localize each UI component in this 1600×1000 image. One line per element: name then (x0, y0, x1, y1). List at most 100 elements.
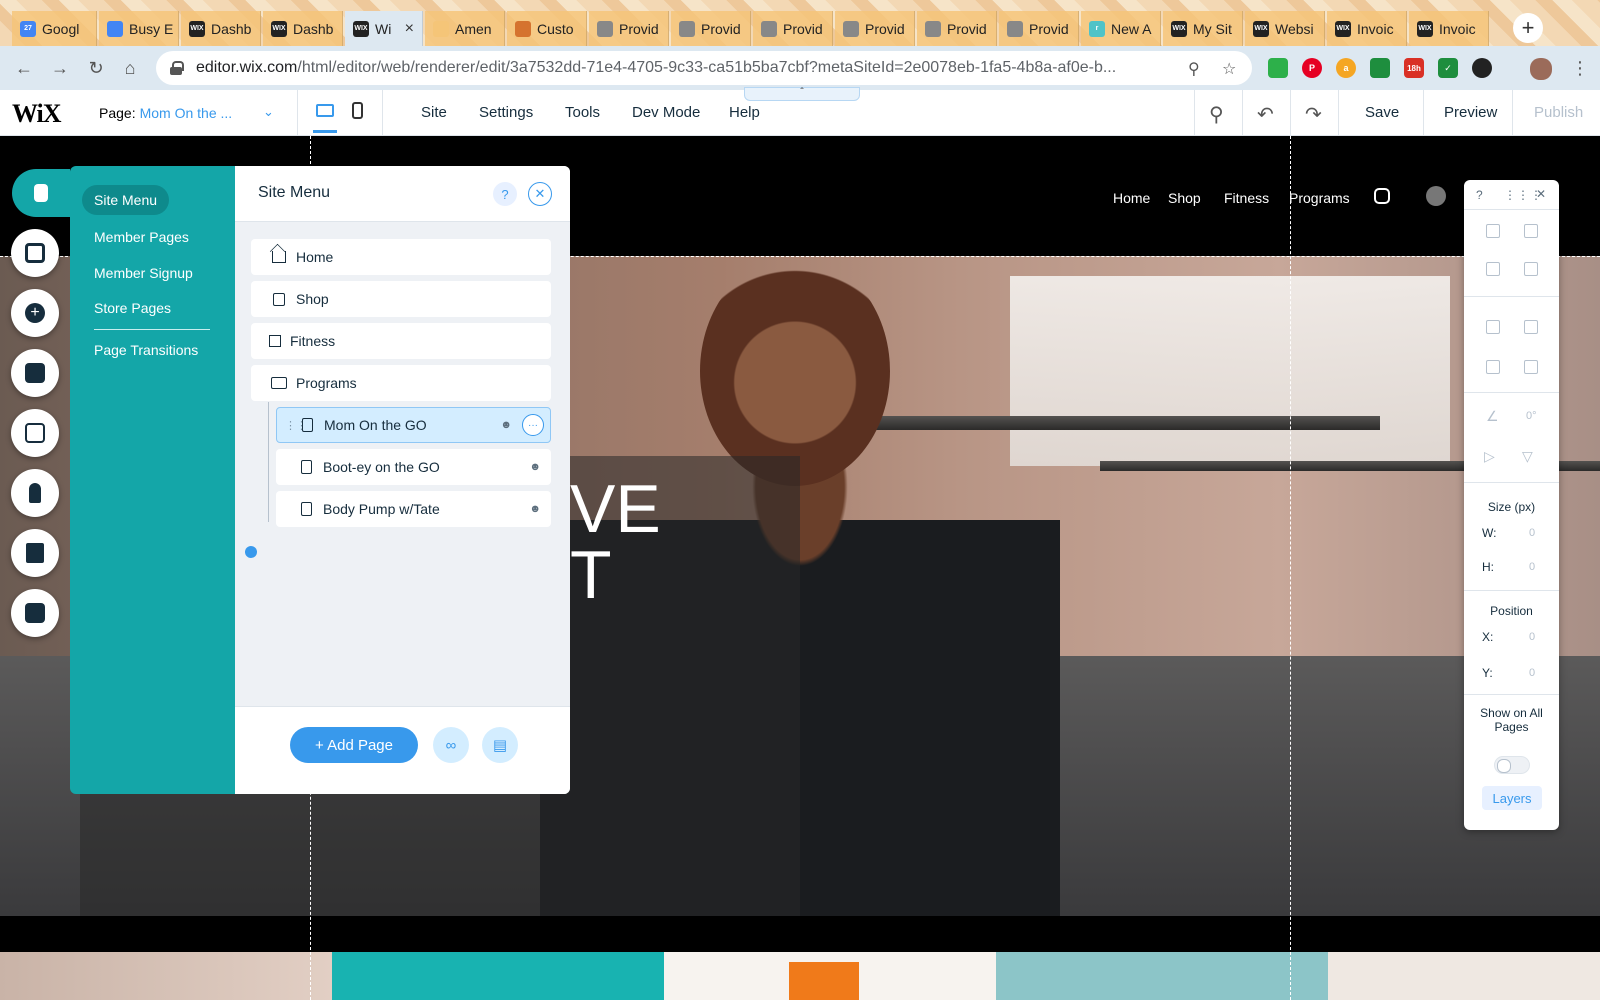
gallery-image[interactable] (664, 952, 996, 1000)
page-item-programs[interactable]: Programs (251, 365, 551, 401)
gallery-image[interactable] (332, 952, 664, 1000)
gallery-image[interactable] (0, 952, 332, 1000)
add-folder-icon[interactable]: ▤ (482, 727, 518, 763)
browser-tab[interactable]: WIX Invoic (1409, 11, 1489, 46)
member-avatar[interactable] (1426, 186, 1446, 206)
bookings-button[interactable] (11, 589, 59, 637)
media-button[interactable] (11, 409, 59, 457)
category-site-menu[interactable]: Site Menu (82, 185, 170, 215)
new-tab-button[interactable]: + (1513, 13, 1543, 43)
browser-tab[interactable]: 27 Googl (12, 11, 97, 46)
page-selector[interactable]: Page: Mom On the ... (99, 105, 232, 121)
paste-icon[interactable] (1524, 224, 1538, 238)
collapse-folder-icon[interactable] (245, 546, 257, 558)
check-extension-icon[interactable]: ✓ (1438, 58, 1458, 78)
forward-icon[interactable]: → (48, 56, 72, 80)
subpage-item-mom-on-the-go[interactable]: ⋮⋮ Mom On the GO ☻ ··· (276, 407, 551, 443)
flip-vertical-icon[interactable]: ▽ (1522, 448, 1533, 465)
bookmark-star-icon[interactable]: ☆ (1222, 59, 1236, 79)
rotation-value[interactable]: 0° (1526, 410, 1537, 422)
browser-tab[interactable]: Busy E (99, 11, 179, 46)
redo-icon[interactable]: ↷ (1305, 102, 1322, 127)
category-page-transitions[interactable]: Page Transitions (94, 342, 198, 358)
browser-tab[interactable]: r New A (1081, 11, 1161, 46)
blog-button[interactable] (11, 469, 59, 517)
pages-button[interactable] (12, 169, 70, 217)
back-icon[interactable]: ← (12, 56, 36, 80)
arrange-icon[interactable] (1486, 320, 1500, 334)
page-item-fitness[interactable]: Fitness (251, 323, 551, 359)
help-button[interactable]: ? (493, 182, 517, 206)
more-actions-icon[interactable]: ··· (522, 414, 544, 436)
zoom-out-icon[interactable]: ⚲ (1209, 102, 1224, 127)
rotate-icon[interactable]: ∠ (1486, 408, 1499, 425)
browser-tab[interactable]: WIX Wi × (345, 11, 423, 46)
close-icon[interactable]: ✕ (528, 182, 552, 206)
category-member-pages[interactable]: Member Pages (94, 229, 189, 245)
browser-tab[interactable]: WIX Invoic (1327, 11, 1407, 46)
page-item-shop[interactable]: Shop (251, 281, 551, 317)
browser-tab[interactable]: Provid (835, 11, 915, 46)
reload-icon[interactable]: ↻ (84, 56, 108, 80)
show-on-all-pages-toggle[interactable] (1494, 756, 1530, 774)
mobile-view-icon[interactable] (352, 102, 363, 119)
evernote-extension-icon[interactable] (1268, 58, 1288, 78)
browser-tab[interactable]: WIX Dashb (181, 11, 261, 46)
width-input[interactable]: 0 (1529, 527, 1535, 539)
category-member-signup[interactable]: Member Signup (94, 265, 193, 281)
zoom-icon[interactable]: ⚲ (1188, 59, 1200, 79)
site-nav-fitness[interactable]: Fitness (1224, 190, 1269, 206)
menu-site[interactable]: Site (421, 104, 447, 121)
site-nav-home[interactable]: Home (1113, 190, 1150, 206)
hero-headline[interactable]: VE T (570, 475, 661, 609)
add-apps-button[interactable] (11, 349, 59, 397)
profile-avatar[interactable] (1530, 58, 1552, 80)
gallery-image[interactable] (1328, 952, 1600, 1000)
browser-tab[interactable]: WIX My Sit (1163, 11, 1243, 46)
amazon-extension-icon[interactable]: a (1336, 58, 1356, 78)
chevron-down-icon[interactable]: ⌄ (263, 104, 274, 120)
menu-dev-mode[interactable]: Dev Mode (632, 104, 700, 121)
flip-horizontal-icon[interactable]: ▷ (1484, 448, 1495, 465)
pinterest-extension-icon[interactable]: P (1302, 58, 1322, 78)
browser-tab[interactable]: WIX Dashb (263, 11, 343, 46)
menu-tools[interactable]: Tools (565, 104, 600, 121)
desktop-view-icon[interactable] (316, 104, 334, 117)
site-nav-programs[interactable]: Programs (1289, 190, 1350, 206)
menu-settings[interactable]: Settings (479, 104, 533, 121)
browser-tab[interactable]: Provid (753, 11, 833, 46)
browser-tab[interactable]: Provid (999, 11, 1079, 46)
publish-button[interactable]: Publish (1534, 104, 1583, 121)
browser-menu-icon[interactable]: ⋮ (1568, 56, 1592, 80)
browser-tab[interactable]: Provid (589, 11, 669, 46)
close-icon[interactable]: ✕ (1536, 187, 1546, 201)
store-button[interactable] (11, 529, 59, 577)
height-input[interactable]: 0 (1529, 561, 1535, 573)
instagram-icon[interactable] (1374, 188, 1390, 204)
preview-button[interactable]: Preview (1444, 104, 1497, 121)
match-size-icon[interactable] (1524, 360, 1538, 374)
add-link-icon[interactable]: ∞ (433, 727, 469, 763)
y-input[interactable]: 0 (1529, 667, 1535, 679)
undo-icon[interactable]: ↶ (1257, 102, 1274, 127)
category-store-pages[interactable]: Store Pages (94, 300, 171, 316)
align-icon[interactable] (1524, 320, 1538, 334)
drive-extension-icon[interactable] (1370, 58, 1390, 78)
duplicate-icon[interactable] (1486, 262, 1500, 276)
browser-tab[interactable]: Provid (671, 11, 751, 46)
drag-handle-icon[interactable]: ⋮⋮ (285, 419, 307, 432)
inspector-help-button[interactable]: ? (1476, 188, 1483, 202)
distribute-icon[interactable] (1486, 360, 1500, 374)
copy-icon[interactable] (1486, 224, 1500, 238)
collapse-toolbar-handle[interactable]: ˆ (744, 87, 860, 101)
x-input[interactable]: 0 (1529, 631, 1535, 643)
page-item-home[interactable]: Home (251, 239, 551, 275)
browser-tab[interactable]: Custo (507, 11, 587, 46)
close-tab-icon[interactable]: × (405, 20, 414, 38)
home-icon[interactable]: ⌂ (118, 56, 142, 80)
browser-tab[interactable]: WIX Websi (1245, 11, 1325, 46)
gallery-image[interactable] (996, 952, 1328, 1000)
site-nav-shop[interactable]: Shop (1168, 190, 1201, 206)
subpage-item-body-pump[interactable]: Body Pump w/Tate ☻ (276, 491, 551, 527)
calendar-extension-icon[interactable]: 18h (1404, 58, 1424, 78)
